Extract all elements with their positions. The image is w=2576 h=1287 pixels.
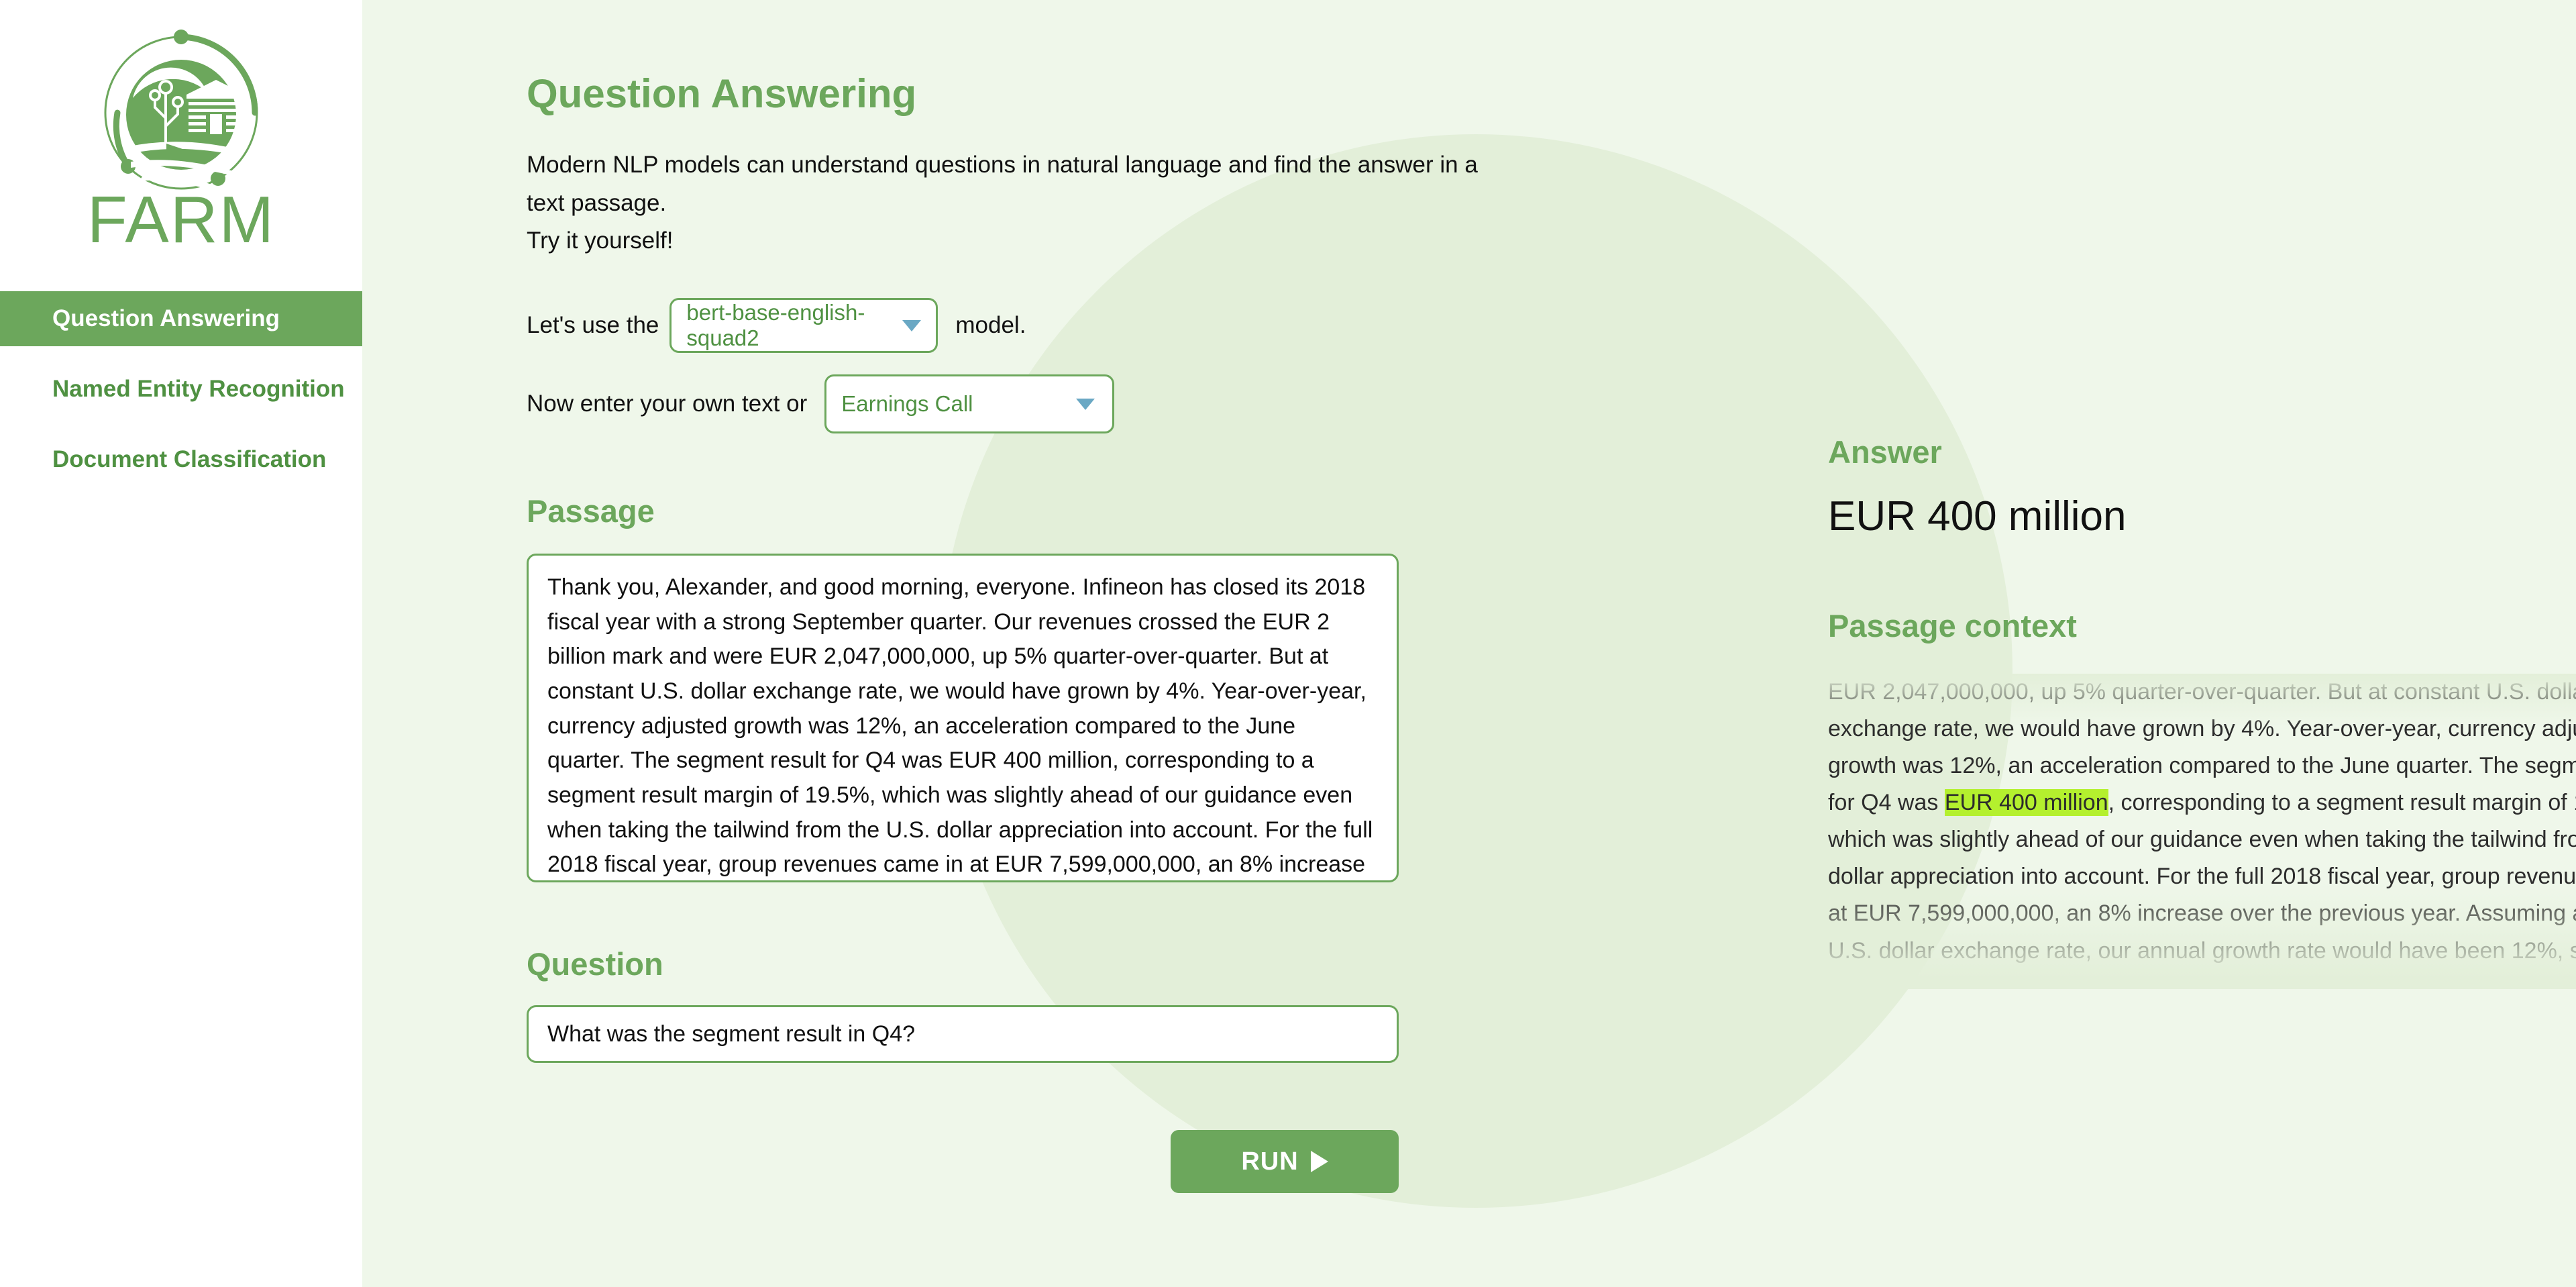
intro-line-1: Modern NLP models can understand questio…: [527, 152, 1478, 216]
intro-text: Modern NLP models can understand questio…: [527, 146, 1516, 260]
answer-value: EUR 400 million: [1828, 493, 2127, 539]
context-after: , corresponding to a segment result marg…: [1828, 790, 2576, 989]
model-selector-row: Let's use the bert-base-english-squad2 m…: [527, 298, 1516, 354]
source-dropdown-value: Earnings Call: [841, 391, 973, 417]
question-input-value: What was the segment result in Q4?: [547, 1021, 916, 1047]
result-column: Answer EUR 400 million Passage context E…: [1516, 0, 2576, 1287]
content-columns: Question Answering Modern NLP models can…: [362, 0, 2576, 1287]
source-lead-label: Now enter your own text or: [527, 391, 808, 417]
sidebar-item-label: Question Answering: [52, 305, 280, 331]
passage-context-text: EUR 2,047,000,000, up 5% quarter-over-qu…: [1828, 674, 2576, 989]
answer-highlight: EUR 400 million: [1944, 789, 2108, 817]
source-dropdown[interactable]: Earnings Call: [824, 374, 1115, 434]
source-selector-row: Now enter your own text or Earnings Call: [527, 374, 1516, 434]
farm-demo-app: FARM Question Answering Named Entity Rec…: [0, 0, 2576, 1287]
chevron-down-icon: [1076, 398, 1095, 410]
run-row: RUN: [527, 1130, 1399, 1194]
page-title: Question Answering: [527, 71, 917, 116]
model-trail-label: model.: [955, 312, 1026, 339]
play-triangle-icon: [1310, 1151, 1328, 1173]
sidebar-item-label: Document Classification: [52, 446, 327, 472]
sidebar-item-named-entity-recognition[interactable]: Named Entity Recognition: [0, 362, 362, 417]
passage-input[interactable]: Thank you, Alexander, and good morning, …: [527, 554, 1399, 883]
question-input[interactable]: What was the segment result in Q4?: [527, 1005, 1399, 1064]
brand-wordmark: FARM: [87, 183, 276, 256]
sidebar-item-question-answering[interactable]: Question Answering: [0, 291, 362, 346]
sidebar-item-document-classification[interactable]: Document Classification: [0, 432, 362, 487]
model-lead-label: Let's use the: [527, 312, 659, 339]
model-dropdown[interactable]: bert-base-english-squad2: [669, 298, 938, 354]
sidebar-item-label: Named Entity Recognition: [52, 376, 345, 402]
main-content: Question Answering Modern NLP models can…: [362, 0, 2576, 1287]
sidebar: FARM Question Answering Named Entity Rec…: [0, 0, 362, 1287]
run-button[interactable]: RUN: [1171, 1130, 1399, 1194]
passage-context-label: Passage context: [1828, 608, 2077, 644]
answer-label: Answer: [1828, 434, 1942, 470]
chevron-down-icon: [902, 319, 922, 331]
sidebar-nav: Question Answering Named Entity Recognit…: [0, 291, 362, 487]
intro-line-2: Try it yourself!: [527, 227, 674, 254]
farm-circuit-barn-logo-icon: [104, 30, 258, 195]
question-label: Question: [527, 946, 663, 982]
run-button-label: RUN: [1241, 1147, 1299, 1176]
model-dropdown-value: bert-base-english-squad2: [686, 300, 865, 351]
input-column: Question Answering Modern NLP models can…: [362, 0, 1516, 1287]
passage-input-value: Thank you, Alexander, and good morning, …: [547, 574, 1373, 878]
passage-context-viewport: EUR 2,047,000,000, up 5% quarter-over-qu…: [1828, 674, 2576, 989]
passage-label: Passage: [527, 493, 655, 529]
brand-logo: FARM: [80, 24, 282, 252]
